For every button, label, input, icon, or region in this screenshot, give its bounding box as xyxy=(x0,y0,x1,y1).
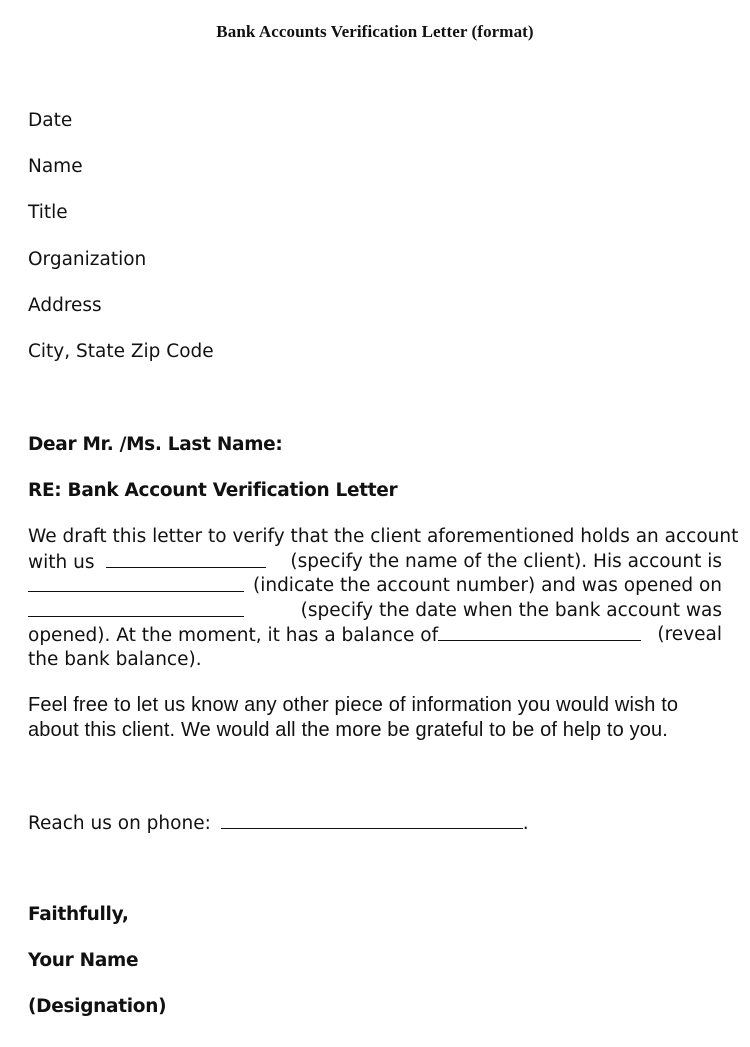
body-paragraph: We draft this letter to verify that the … xyxy=(28,525,738,673)
field-name: Name xyxy=(28,156,83,177)
body-text: We draft this letter to verify that the … xyxy=(28,526,739,547)
salutation: Dear Mr. /Ms. Last Name: xyxy=(28,434,283,455)
closing-text: Feel free to let us know any other piece… xyxy=(28,694,679,716)
client-name-blank[interactable] xyxy=(106,550,267,568)
phone-period: . xyxy=(522,813,529,834)
balance-blank[interactable] xyxy=(438,623,642,642)
field-title: Title xyxy=(28,202,68,223)
document-title: Bank Accounts Verification Letter (forma… xyxy=(216,22,534,41)
body-text: opened). At the moment, it has a balance… xyxy=(28,625,439,647)
phone-line: Reach us on phone: . xyxy=(28,811,529,836)
phone-label: Reach us on phone: xyxy=(28,813,211,834)
body-text: with us xyxy=(28,551,95,573)
field-city-state-zip: City, State Zip Code xyxy=(28,341,214,362)
phone-blank[interactable] xyxy=(220,811,523,829)
closing-paragraph: Feel free to let us know any other piece… xyxy=(28,693,728,742)
body-text: (indicate the account number) and was op… xyxy=(252,575,722,597)
opening-date-blank[interactable] xyxy=(28,599,244,617)
body-text: (reveal xyxy=(657,624,722,646)
closing-text: about this client. We would all the more… xyxy=(28,718,668,741)
signature-name: Your Name xyxy=(28,950,139,971)
body-text: the bank balance). xyxy=(28,648,202,670)
subject-line: RE: Bank Account Verification Letter xyxy=(28,480,398,501)
account-number-blank[interactable] xyxy=(28,574,244,593)
signoff: Faithfully, xyxy=(28,904,129,925)
field-date: Date xyxy=(28,110,73,131)
field-organization: Organization xyxy=(28,249,147,270)
body-text: (specify the date when the bank account … xyxy=(300,599,722,621)
field-address: Address xyxy=(28,295,102,316)
signature-designation: (Designation) xyxy=(28,996,167,1017)
body-text: (specify the name of the client). His ac… xyxy=(290,550,722,572)
